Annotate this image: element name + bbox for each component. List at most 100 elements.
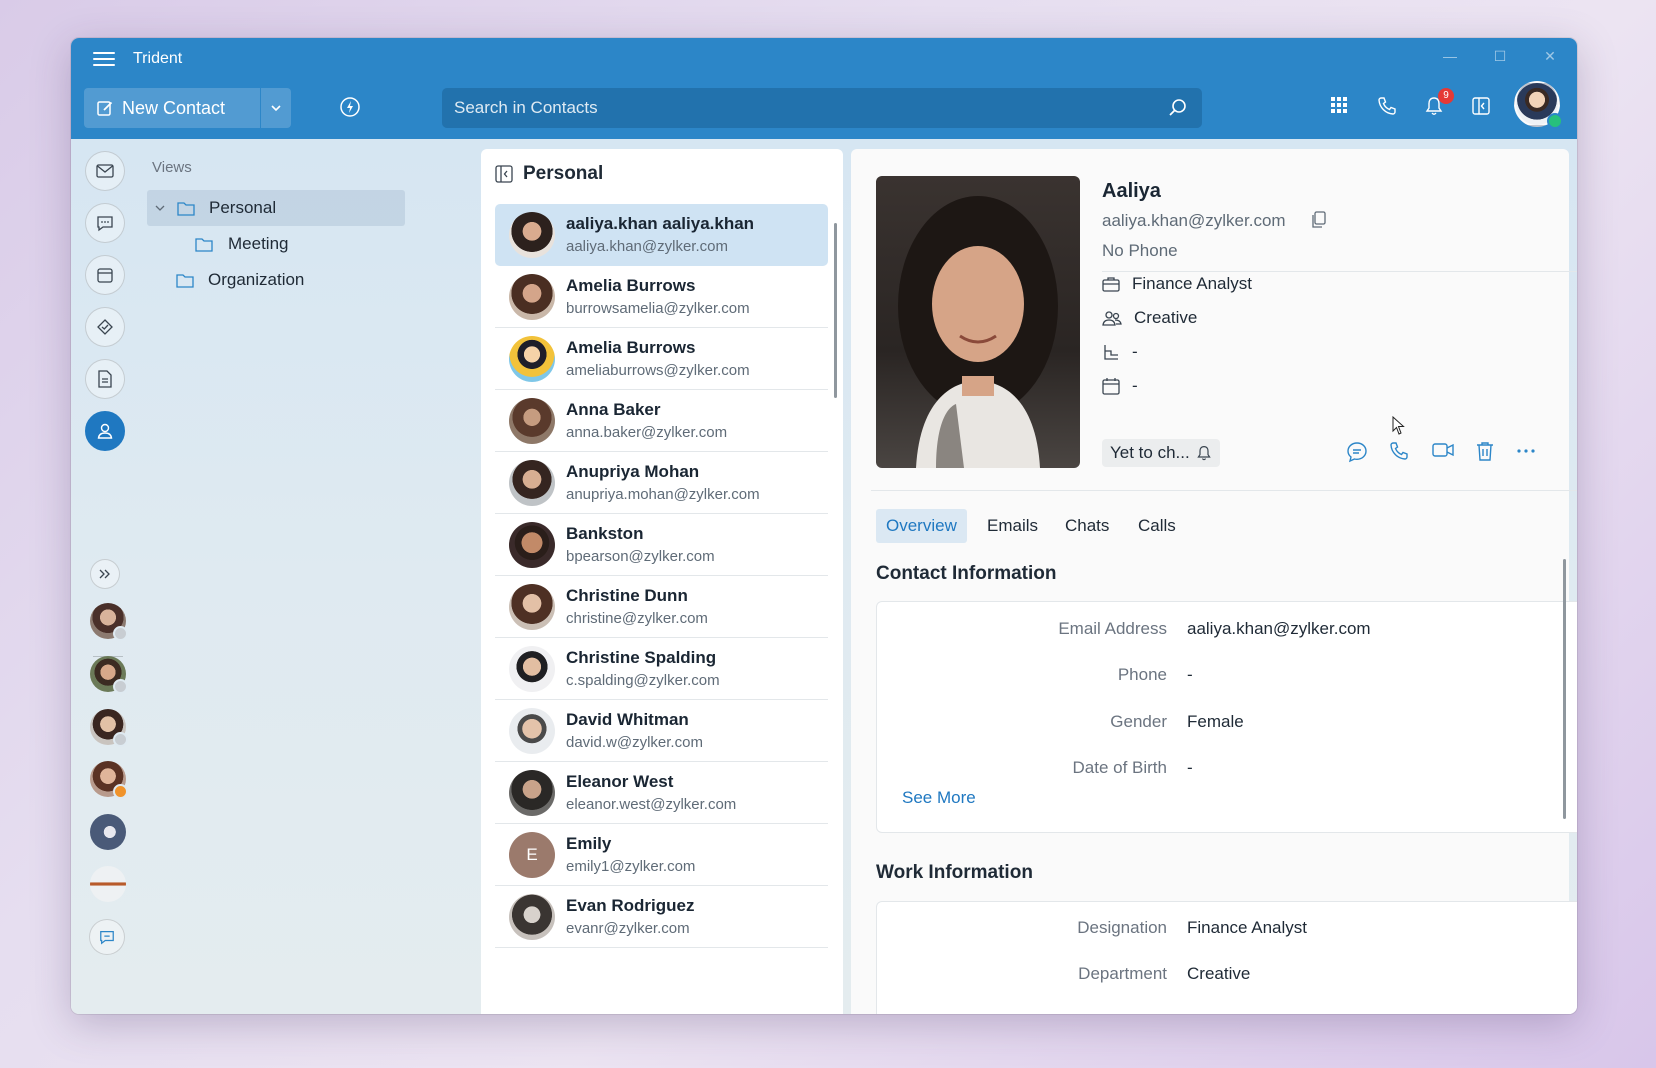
- contact-row[interactable]: E Emily emily1@zylker.com: [495, 824, 828, 886]
- see-more-link[interactable]: See More: [902, 788, 976, 808]
- contact-name: Evan Rodriguez: [566, 896, 695, 915]
- copy-icon[interactable]: [1311, 211, 1327, 234]
- chevron-down-icon[interactable]: [155, 204, 165, 212]
- contact-row[interactable]: Christine Dunn christine@zylker.com: [495, 576, 828, 638]
- favorite-avatar-5[interactable]: [90, 814, 126, 850]
- view-item-personal[interactable]: Personal: [147, 190, 405, 226]
- message-icon[interactable]: [1346, 441, 1368, 468]
- new-contact-label: New Contact: [122, 97, 226, 118]
- list-header: Personal: [495, 163, 603, 185]
- info-key: Email Address: [1058, 619, 1167, 638]
- contact-row[interactable]: Amelia Burrows ameliaburrows@zylker.com: [495, 328, 828, 390]
- tab-calls[interactable]: Calls: [1128, 509, 1186, 543]
- rail-notes-button[interactable]: [85, 359, 125, 399]
- contact-row[interactable]: Christine Spalding c.spalding@zylker.com: [495, 638, 828, 700]
- maximize-icon[interactable]: ☐: [1493, 48, 1507, 65]
- view-label: Personal: [209, 198, 277, 217]
- notifications-bell-icon[interactable]: 9: [1424, 88, 1454, 121]
- list-scrollbar[interactable]: [834, 223, 837, 398]
- favorite-avatar-2[interactable]: [90, 656, 128, 694]
- contact-detail-panel: Aaliya aaliya.khan@zylker.com No Phone F…: [851, 149, 1577, 1014]
- contact-information-card: Email Address aaliya.khan@zylker.com Pho…: [876, 601, 1577, 833]
- detail-scrollbar[interactable]: [1563, 559, 1566, 819]
- contact-email: emily1@zylker.com: [566, 858, 696, 875]
- presence-dot: [113, 732, 128, 747]
- info-value: Finance Analyst: [1187, 918, 1308, 937]
- collapse-pane-icon[interactable]: [495, 165, 513, 183]
- rail-contacts-button[interactable]: [85, 411, 125, 451]
- video-call-icon[interactable]: [1432, 441, 1454, 464]
- contact-name: Christine Dunn: [566, 586, 688, 605]
- designation-row: Finance Analyst: [1102, 274, 1252, 294]
- view-item-organization[interactable]: Organization: [176, 262, 304, 298]
- info-row-designation: Designation Finance Analyst: [877, 918, 1577, 948]
- quick-actions-button[interactable]: [339, 96, 361, 123]
- panel-toggle-icon[interactable]: [1471, 96, 1491, 121]
- favorite-avatar-3[interactable]: [90, 709, 128, 747]
- rail-mail-button[interactable]: [85, 151, 125, 191]
- view-item-meeting[interactable]: Meeting: [195, 226, 288, 262]
- contacts-icon: [97, 423, 113, 439]
- apps-grid-icon[interactable]: [1330, 96, 1348, 119]
- info-value: Female: [1187, 712, 1244, 731]
- folder-icon: [177, 202, 195, 216]
- more-options-icon[interactable]: [1516, 441, 1536, 466]
- phone-icon[interactable]: [1377, 96, 1397, 121]
- briefcase-icon: [1102, 277, 1120, 292]
- contact-row[interactable]: aaliya.khan aaliya.khan aaliya.khan@zylk…: [495, 204, 828, 266]
- info-key: Phone: [1117, 665, 1167, 684]
- contact-row[interactable]: Anupriya Mohan anupriya.mohan@zylker.com: [495, 452, 828, 514]
- status-chip[interactable]: Yet to ch...: [1102, 439, 1220, 467]
- new-contact-button[interactable]: New Contact: [84, 88, 260, 128]
- favorite-avatar-6[interactable]: [90, 866, 126, 902]
- compose-icon: [97, 101, 113, 116]
- department-text: Creative: [1134, 308, 1198, 327]
- search-icon[interactable]: [1168, 98, 1188, 118]
- rail-chat-button[interactable]: [85, 203, 125, 243]
- contact-row[interactable]: Eleanor West eleanor.west@zylker.com: [495, 762, 828, 824]
- info-value: Creative: [1187, 964, 1251, 983]
- divider: [1102, 271, 1577, 272]
- notification-badge: 9: [1438, 88, 1454, 104]
- favorite-avatar-4[interactable]: [90, 761, 128, 799]
- contact-avatar: [509, 770, 555, 816]
- contact-email: c.spalding@zylker.com: [566, 672, 720, 689]
- contact-name: Amelia Burrows: [566, 338, 696, 357]
- app-body: Views Personal Meeting Organization Pers…: [71, 139, 1577, 1014]
- tab-emails[interactable]: Emails: [977, 509, 1048, 543]
- contact-row[interactable]: Anna Baker anna.baker@zylker.com: [495, 390, 828, 452]
- rail-tasks-button[interactable]: [85, 307, 125, 347]
- contact-row[interactable]: Evan Rodriguez evanr@zylker.com: [495, 886, 828, 948]
- info-row-dob: Date of Birth -: [877, 758, 1577, 788]
- info-value: -: [1187, 665, 1193, 684]
- contact-row[interactable]: David Whitman david.w@zylker.com: [495, 700, 828, 762]
- rail-feedback-button[interactable]: [89, 919, 125, 955]
- search-input[interactable]: Search in Contacts: [442, 88, 1202, 128]
- expand-rail-button[interactable]: [90, 559, 120, 589]
- view-label: Organization: [208, 270, 305, 289]
- favorite-avatar-1[interactable]: [90, 603, 128, 641]
- close-icon[interactable]: ✕: [1543, 48, 1557, 65]
- list-title: Personal: [523, 163, 604, 184]
- joining-row: -: [1102, 376, 1138, 396]
- work-information-title: Work Information: [876, 862, 1033, 883]
- app-header: Trident — ☐ ✕ New Contact Search in Cont…: [71, 38, 1577, 139]
- menu-icon[interactable]: [93, 52, 115, 68]
- delete-icon[interactable]: [1476, 441, 1494, 466]
- contact-name: Amelia Burrows: [566, 276, 696, 295]
- tab-chats[interactable]: Chats: [1055, 509, 1119, 543]
- contact-row[interactable]: Amelia Burrows burrowsamelia@zylker.com: [495, 266, 828, 328]
- department-row: Creative: [1102, 308, 1197, 328]
- contact-row[interactable]: Bankston bpearson@zylker.com: [495, 514, 828, 576]
- folder-icon: [176, 274, 194, 288]
- contact-name: Emily: [566, 834, 612, 853]
- call-icon[interactable]: [1389, 441, 1409, 466]
- new-contact-dropdown[interactable]: [261, 88, 291, 128]
- joining-text: -: [1132, 376, 1138, 395]
- rail-calendar-button[interactable]: [85, 255, 125, 295]
- minimize-icon[interactable]: —: [1443, 48, 1457, 65]
- contact-name: Eleanor West: [566, 772, 674, 791]
- search-placeholder: Search in Contacts: [454, 98, 598, 117]
- tab-overview[interactable]: Overview: [876, 509, 967, 543]
- contact-name: Christine Spalding: [566, 648, 717, 667]
